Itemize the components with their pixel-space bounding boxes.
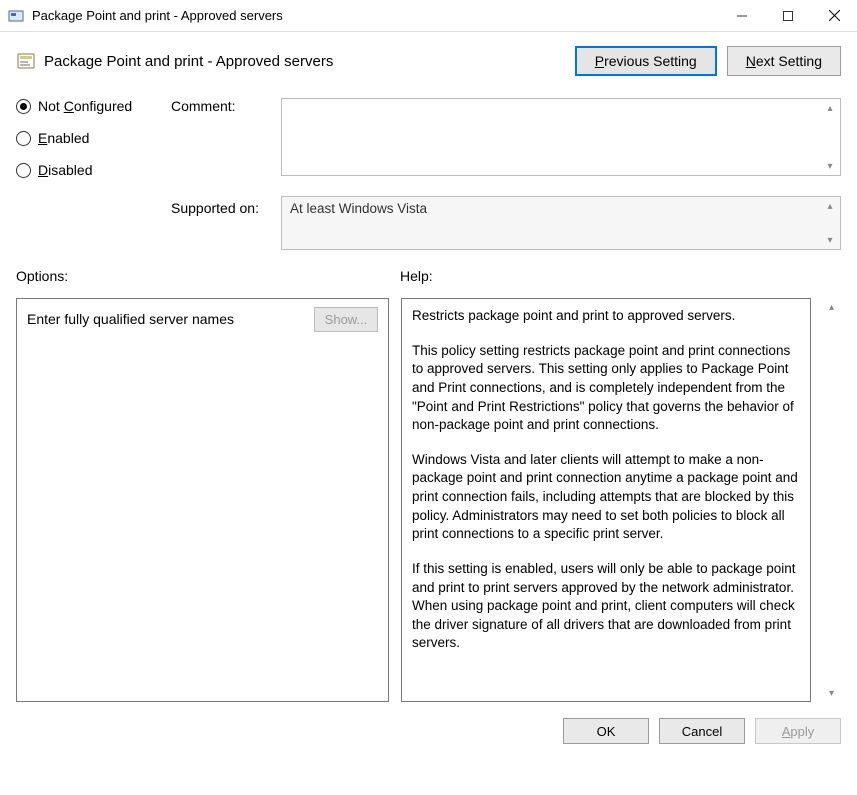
cancel-button[interactable]: Cancel <box>659 718 745 744</box>
header-row: Package Point and print - Approved serve… <box>16 46 841 76</box>
scroll-up-icon[interactable]: ▴ <box>823 298 840 316</box>
policy-title: Package Point and print - Approved serve… <box>44 53 333 70</box>
options-panel: Enter fully qualified server names Show.… <box>16 298 389 702</box>
help-scrollbar[interactable]: ▴ ▾ <box>823 298 840 702</box>
apply-button[interactable]: Apply <box>755 718 841 744</box>
scroll-down-icon[interactable]: ▾ <box>823 159 837 173</box>
radio-not-configured[interactable]: Not Configured <box>16 98 171 114</box>
previous-setting-button[interactable]: Previous Setting <box>575 46 717 76</box>
radio-enabled[interactable]: Enabled <box>16 130 171 146</box>
supported-on-field: At least Windows Vista ▴ ▾ <box>281 196 841 250</box>
help-paragraph: Windows Vista and later clients will att… <box>412 451 800 544</box>
radio-disabled[interactable]: Disabled <box>16 162 171 178</box>
scroll-up-icon[interactable]: ▴ <box>823 101 837 115</box>
option-server-names-label: Enter fully qualified server names <box>27 307 302 329</box>
help-label: Help: <box>400 268 841 284</box>
state-radio-group: Not Configured Enabled Disabled <box>16 98 171 178</box>
comment-textarea[interactable]: ▴ ▾ <box>281 98 841 176</box>
help-paragraph: If this setting is enabled, users will o… <box>412 560 800 653</box>
scroll-down-icon[interactable]: ▾ <box>823 233 837 247</box>
help-paragraph: Restricts package point and print to app… <box>412 307 800 326</box>
ok-button[interactable]: OK <box>563 718 649 744</box>
radio-indicator-icon <box>16 163 31 178</box>
help-panel: Restricts package point and print to app… <box>401 298 811 702</box>
supported-on-label: Supported on: <box>171 196 281 250</box>
window-controls <box>719 0 857 32</box>
window-title: Package Point and print - Approved serve… <box>32 8 719 23</box>
scrollbar-track[interactable] <box>823 316 840 684</box>
minimize-button[interactable] <box>719 0 765 32</box>
scroll-up-icon[interactable]: ▴ <box>823 199 837 213</box>
policy-icon <box>16 51 36 71</box>
radio-indicator-icon <box>16 99 31 114</box>
dialog-footer: OK Cancel Apply <box>0 702 857 744</box>
app-icon <box>8 8 24 24</box>
show-button[interactable]: Show... <box>314 307 378 332</box>
help-paragraph: This policy setting restricts package po… <box>412 342 800 435</box>
comment-label: Comment: <box>171 98 281 114</box>
maximize-button[interactable] <box>765 0 811 32</box>
titlebar: Package Point and print - Approved serve… <box>0 0 857 32</box>
close-button[interactable] <box>811 0 857 32</box>
scroll-down-icon[interactable]: ▾ <box>823 684 840 702</box>
radio-indicator-icon <box>16 131 31 146</box>
options-label: Options: <box>16 268 400 284</box>
next-setting-button[interactable]: Next Setting <box>727 46 841 76</box>
